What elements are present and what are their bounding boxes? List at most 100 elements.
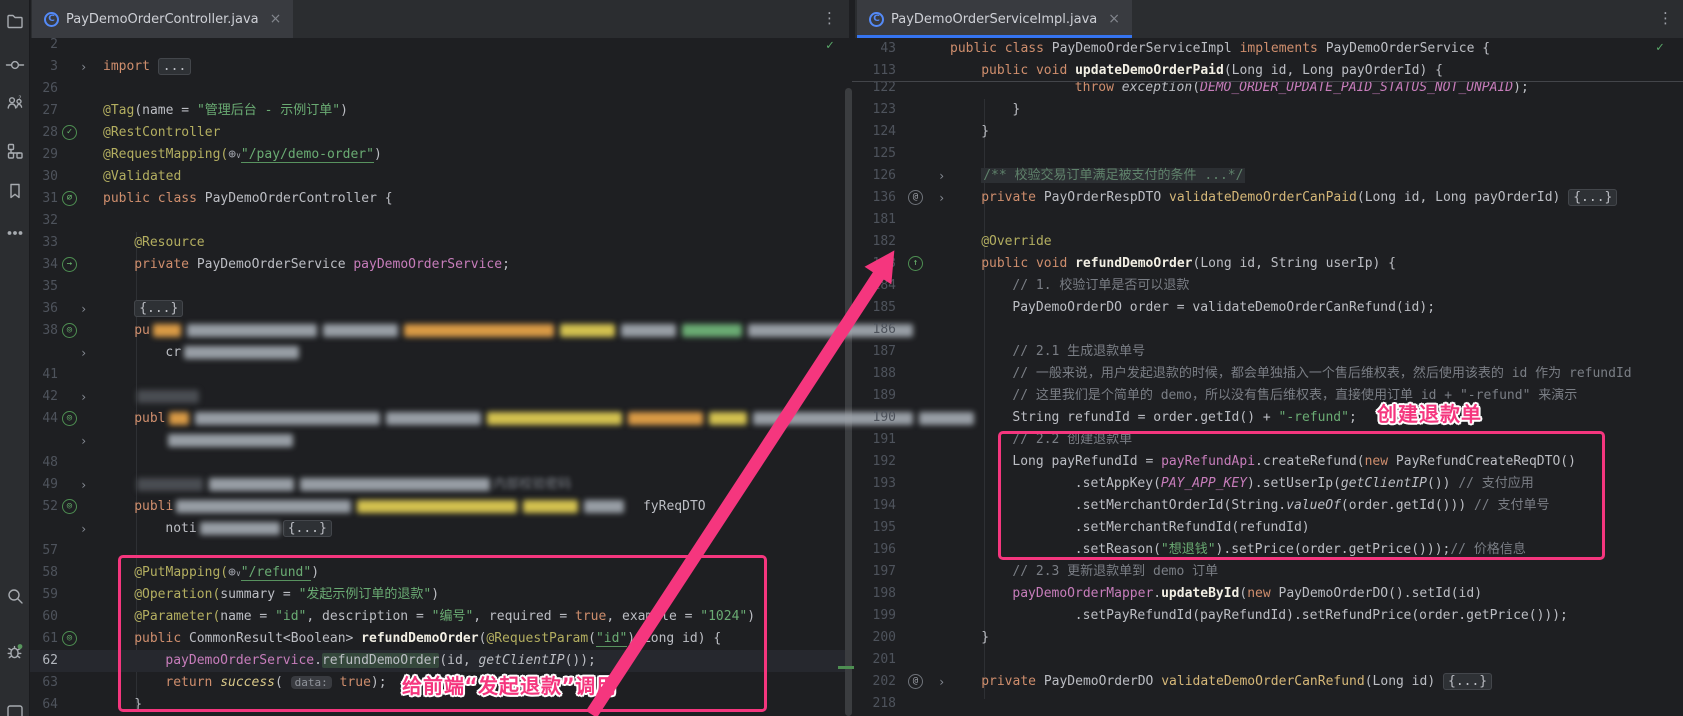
line-number[interactable]: 191 [848,429,896,451]
blurred-code [682,324,742,337]
code-line[interactable]: // 这里我们是个简单的 demo，所以没有售后维权表，直接使用订单 id + … [1012,385,1577,407]
code-line[interactable]: // 2.1 生成退款单号 [1012,341,1145,363]
tab-paydemoordercontroller[interactable]: C PayDemoOrderController.java × [32,0,293,38]
code-line[interactable]: publi fyReqDTO [134,496,705,518]
code-line[interactable]: public void refundDemoOrder(Long id, Str… [981,253,1396,275]
search-icon[interactable] [4,585,26,607]
fold-chevron-icon[interactable]: › [938,671,945,693]
code-line[interactable]: @Resource [134,232,204,254]
code-line[interactable]: @Tag(name = "管理后台 - 示例订单") [103,100,348,122]
sticky-lines-header[interactable]: 43public class PayDemoOrderServiceImpl i… [852,38,1683,82]
code-line[interactable]: noti{...} [165,518,331,540]
kebab-menu-icon[interactable]: ⋮ [822,8,837,28]
line-number[interactable]: 193 [848,473,896,495]
code-line[interactable]: .setPayRefundId(payRefundId).setRefundPr… [1075,605,1568,627]
line-number[interactable]: 126 [848,165,896,187]
fold-chevron-icon[interactable]: › [80,56,87,78]
line-number[interactable]: 218 [848,693,896,715]
kebab-menu-icon[interactable]: ⋮ [1658,8,1673,28]
line-number[interactable]: 195 [848,517,896,539]
code-line[interactable]: @RestController [103,122,220,144]
line-number[interactable]: 125 [848,143,896,165]
line-number[interactable]: 136 [848,187,896,209]
code-line[interactable]: @RequestMapping(⊕∨"/pay/demo-order") [103,144,382,166]
code-line[interactable]: } [981,121,989,143]
code-line[interactable]: public void updateDemoOrderPaid(Long id,… [981,60,1443,82]
gutter-marker-icon[interactable]: ✓ [62,125,77,140]
line-number[interactable]: 198 [848,583,896,605]
line-number[interactable]: 188 [848,363,896,385]
commit-icon[interactable] [4,54,26,76]
code-line[interactable]: @Override [981,231,1051,253]
fold-chevron-icon[interactable]: › [80,386,87,408]
code-line[interactable]: /** 校验交易订单满足被支付的条件 ...*/ [981,165,1245,187]
code-line[interactable]: public class PayDemoOrderController { [103,188,393,210]
inspections-ok-icon[interactable]: ✓ [826,38,834,53]
line-number[interactable]: 43 [848,38,896,60]
annotated-method-icon[interactable]: @ [908,674,923,689]
code-line[interactable]: payDemoOrderMapper.updateById(new PayDem… [1012,583,1482,605]
fold-chevron-icon[interactable]: › [938,187,945,209]
code-line[interactable]: @Validated [103,166,181,188]
fold-chevron-icon[interactable]: › [80,474,87,496]
project-folder-icon[interactable] [4,10,26,32]
close-icon[interactable]: × [270,11,282,27]
gutter-marker-icon[interactable]: ◎ [62,499,77,514]
code-line[interactable]: // 一般来说，用户发起退款的时候，都会单独插入一个售后维权表，然后使用该表的 … [1012,363,1631,385]
bookmarks-icon[interactable] [4,180,26,202]
code-line[interactable]: String refundId = order.getId() + "-refu… [1012,407,1356,429]
gutter-marker-icon[interactable]: → [62,257,77,272]
gutter-marker-icon[interactable]: ◎ [62,631,77,646]
line-number[interactable]: 192 [848,451,896,473]
line-number[interactable]: 199 [848,605,896,627]
fold-chevron-icon[interactable]: › [80,298,87,320]
line-number[interactable]: 124 [848,121,896,143]
gutter-marker-icon[interactable]: ◎ [62,323,77,338]
more-tools-icon[interactable] [4,222,26,244]
gutter-marker-icon[interactable]: ◎ [62,411,77,426]
line-number[interactable]: 196 [848,539,896,561]
code-line[interactable]: private PayDemoOrderDO validateDemoOrder… [981,671,1492,693]
code-line[interactable]: cr [165,342,302,364]
tab-paydemoorderserviceimpl[interactable]: C PayDemoOrderServiceImpl.java × [857,0,1132,38]
code-line[interactable]: pu [134,320,916,342]
structure-icon[interactable] [4,140,26,162]
line-number[interactable]: 190 [848,407,896,429]
line-number[interactable]: 197 [848,561,896,583]
scrollbar-thumb[interactable] [845,88,852,716]
line-number[interactable]: 200 [848,627,896,649]
code-line[interactable]: } [981,627,989,649]
gutter-marker-icon[interactable]: ∅ [62,191,77,206]
code-line[interactable]: PayDemoOrderDO order = validateDemoOrder… [1012,297,1435,319]
inspections-ok-icon[interactable]: ✓ [1656,40,1664,55]
line-number[interactable]: 194 [848,495,896,517]
code-line[interactable]: // 1. 校验订单是否可以退款 [1012,275,1189,297]
line-number[interactable]: 123 [848,99,896,121]
problems-bug-icon[interactable] [4,640,26,662]
line-number[interactable]: 113 [848,60,896,82]
fold-chevron-icon[interactable]: › [80,518,87,540]
code-line[interactable]: } [1012,99,1020,121]
code-line[interactable] [134,386,202,408]
fold-chevron-icon[interactable]: › [80,342,87,364]
line-number[interactable]: 181 [848,209,896,231]
line-number[interactable]: 201 [848,649,896,671]
code-line[interactable]: private PayDemoOrderService payDemoOrder… [134,254,510,276]
fold-chevron-icon[interactable]: › [80,430,87,452]
gutter-marker-icon[interactable]: ↑ [908,256,923,271]
code-line[interactable] [165,430,296,452]
code-line[interactable]: 内部校验密码 [134,474,571,496]
line-number[interactable]: 189 [848,385,896,407]
terminal-icon-partial[interactable] [4,702,26,716]
close-icon[interactable]: × [1108,11,1120,27]
code-line[interactable]: private PayOrderRespDTO validateDemoOrde… [981,187,1617,209]
line-number[interactable]: 202 [848,671,896,693]
code-line[interactable]: // 2.3 更新退款单到 demo 订单 [1012,561,1218,583]
pull-requests-icon[interactable]: ? [4,92,26,114]
fold-chevron-icon[interactable]: › [938,165,945,187]
annotated-method-icon[interactable]: @ [908,190,923,205]
line-number[interactable]: 187 [848,341,896,363]
code-line[interactable]: public class PayDemoOrderServiceImpl imp… [950,38,1490,60]
code-line[interactable]: {...} [134,298,183,320]
code-line[interactable]: import ... [103,56,191,78]
